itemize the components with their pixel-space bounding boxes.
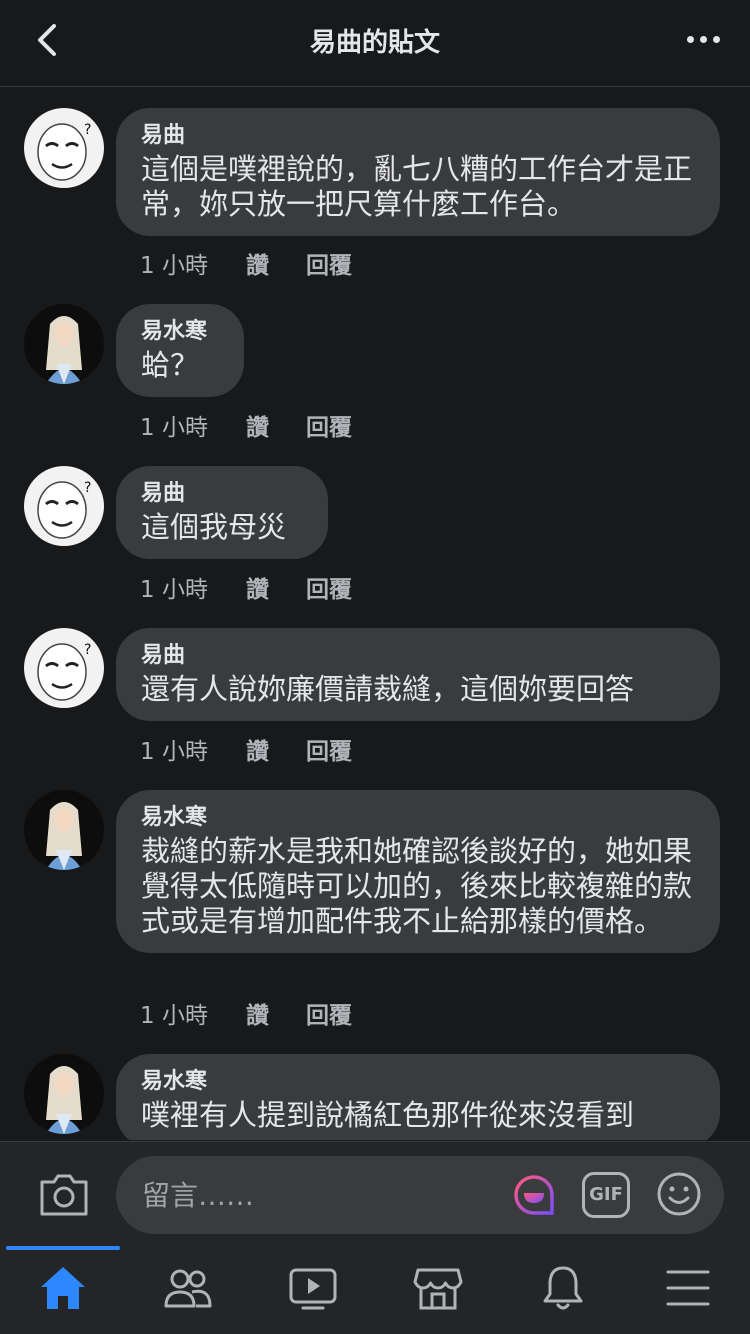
like-button[interactable]: 讚 <box>246 246 306 280</box>
comment-bubble[interactable]: 易曲 這個我母災 <box>116 466 328 559</box>
top-bar: 易曲的貼文 <box>0 0 750 87</box>
comment-time: 1 小時 <box>140 253 208 279</box>
tab-marketplace[interactable] <box>408 1264 468 1318</box>
dot-icon <box>700 36 707 43</box>
tab-friends[interactable] <box>158 1264 218 1318</box>
avatar[interactable] <box>24 304 104 384</box>
home-icon <box>41 1267 85 1309</box>
marketplace-icon <box>413 1268 463 1310</box>
sticker-button[interactable] <box>510 1171 558 1219</box>
comment-bubble[interactable]: 易水寒 蛤？ <box>116 304 244 397</box>
comment-time: 1 小時 <box>140 577 208 603</box>
avatar[interactable]: ? <box>24 628 104 708</box>
reply-button[interactable]: 回覆 <box>306 570 352 604</box>
comment-time: 1 小時 <box>140 1003 208 1029</box>
tab-menu[interactable] <box>658 1264 718 1318</box>
emoji-button[interactable] <box>656 1171 702 1217</box>
friends-icon <box>164 1269 212 1308</box>
comment-bubble[interactable]: 易水寒 裁縫的薪水是我和她確認後談好的，她如果覺得太低隨時可以加的，後來比較複雜… <box>116 790 720 953</box>
like-button[interactable]: 讚 <box>246 732 306 766</box>
comment-text: 還有人說妳廉價請裁縫，這個妳要回答 <box>141 672 635 706</box>
like-button[interactable]: 讚 <box>246 996 306 1030</box>
tab-home[interactable] <box>33 1264 93 1318</box>
meme-face-avatar-icon: ? <box>24 108 104 188</box>
more-options-button[interactable] <box>687 36 720 43</box>
tab-notifications[interactable] <box>533 1264 593 1318</box>
comment-time: 1 小時 <box>140 415 208 441</box>
svg-text:?: ? <box>84 122 91 138</box>
comment-actions: 1 小時 讚 回覆 <box>140 246 352 280</box>
avatar[interactable]: ? <box>24 466 104 546</box>
dot-icon <box>713 36 720 43</box>
comment-bubble[interactable]: 易曲 還有人說妳廉價請裁縫，這個妳要回答 <box>116 628 720 721</box>
reply-button[interactable]: 回覆 <box>306 732 352 766</box>
page-title: 易曲的貼文 <box>309 28 440 58</box>
reply-button[interactable]: 回覆 <box>306 996 352 1030</box>
comment-author[interactable]: 易水寒 <box>141 1066 695 1098</box>
tab-watch[interactable] <box>283 1264 343 1318</box>
svg-text:?: ? <box>84 480 91 496</box>
smiley-icon <box>657 1172 701 1216</box>
comment-author[interactable]: 易曲 <box>141 120 695 152</box>
comment-text: 這個是噗裡說的，亂七八糟的工作台才是正常，妳只放一把尺算什麼工作台。 <box>141 152 693 221</box>
gif-button[interactable]: GIF <box>582 1172 630 1218</box>
woman-avatar-icon <box>24 790 104 870</box>
woman-avatar-icon <box>24 304 104 384</box>
comment-input[interactable] <box>116 1156 724 1234</box>
comment-text: 這個我母災 <box>141 510 287 544</box>
comment-bubble[interactable]: 易曲 這個是噗裡說的，亂七八糟的工作台才是正常，妳只放一把尺算什麼工作台。 <box>116 108 720 236</box>
reply-button[interactable]: 回覆 <box>306 408 352 442</box>
reply-button[interactable]: 回覆 <box>306 246 352 280</box>
camera-button[interactable] <box>38 1170 90 1218</box>
comment-author[interactable]: 易水寒 <box>141 316 219 348</box>
comment-author[interactable]: 易水寒 <box>141 802 695 834</box>
comment-actions: 1 小時 讚 回覆 <box>140 732 352 766</box>
watch-video-icon <box>289 1268 337 1310</box>
comment-composer: GIF <box>0 1141 750 1246</box>
bell-icon <box>543 1266 583 1310</box>
comment-text: 裁縫的薪水是我和她確認後談好的，她如果覺得太低隨時可以加的，後來比較複雜的款式或… <box>141 834 693 938</box>
comment-bubble[interactable]: 易水寒 噗裡有人提到說橘紅色那件從來沒看到 <box>116 1054 720 1140</box>
meme-face-avatar-icon: ? <box>24 466 104 546</box>
comment-actions: 1 小時 讚 回覆 <box>140 570 352 604</box>
meme-face-avatar-icon: ? <box>24 628 104 708</box>
svg-text:?: ? <box>84 642 91 658</box>
camera-icon <box>40 1174 88 1216</box>
active-tab-indicator <box>6 1246 120 1250</box>
menu-icon <box>666 1270 710 1306</box>
sticker-icon <box>514 1175 554 1215</box>
comment-text: 噗裡有人提到說橘紅色那件從來沒看到 <box>141 1098 635 1132</box>
comment-actions: 1 小時 讚 回覆 <box>140 408 352 442</box>
avatar[interactable] <box>24 790 104 870</box>
bottom-tab-bar <box>0 1246 750 1334</box>
comment-text: 蛤？ <box>141 348 200 382</box>
comment-author[interactable]: 易曲 <box>141 640 695 672</box>
comment-actions: 1 小時 讚 回覆 <box>140 996 352 1030</box>
avatar[interactable] <box>24 1054 104 1134</box>
woman-avatar-icon <box>24 1054 104 1134</box>
like-button[interactable]: 讚 <box>246 408 306 442</box>
like-button[interactable]: 讚 <box>246 570 306 604</box>
comment-author[interactable]: 易曲 <box>141 478 303 510</box>
avatar[interactable]: ? <box>24 108 104 188</box>
comment-time: 1 小時 <box>140 739 208 765</box>
comments-list[interactable]: ? 易曲 這個是噗裡說的，亂七八糟的工作台才是正常，妳只放一把尺算什麼工作台。 … <box>0 88 750 1140</box>
dot-icon <box>687 36 694 43</box>
